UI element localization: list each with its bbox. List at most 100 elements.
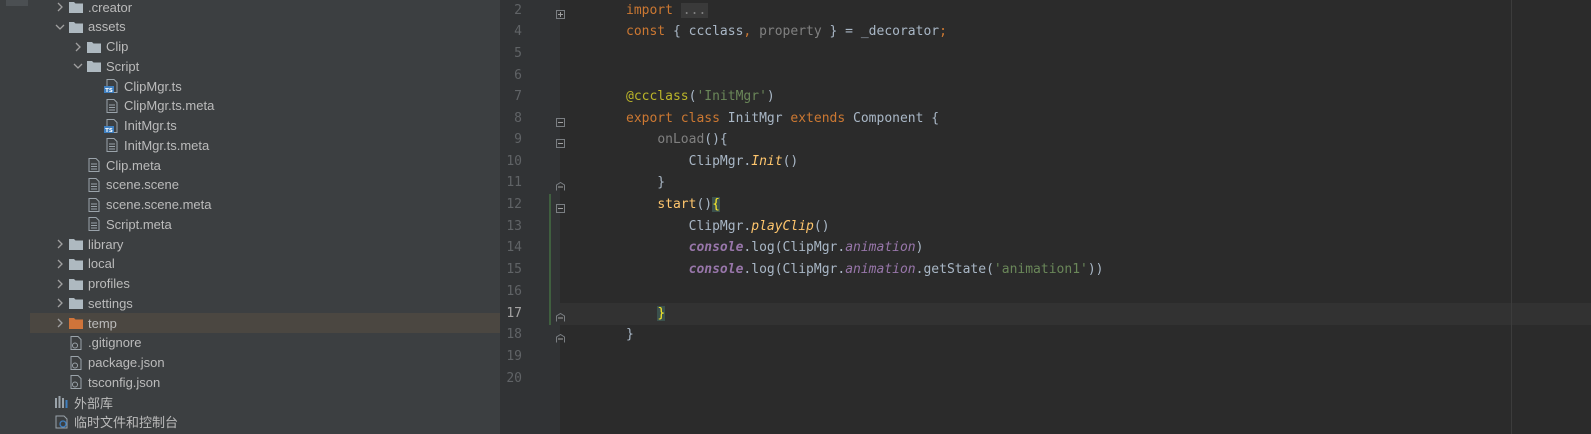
tree-item[interactable]: Script [30, 56, 500, 76]
line-number[interactable]: 2 [500, 0, 522, 22]
line-number[interactable]: 20 [500, 368, 522, 390]
line-number[interactable]: 11 [500, 172, 522, 194]
config-file-icon [68, 374, 84, 390]
folder-icon [68, 276, 84, 292]
line-number[interactable]: 14 [500, 237, 522, 259]
code-line-7: @ccclass('InitMgr') [626, 89, 775, 104]
chevron-right-icon[interactable] [70, 39, 86, 55]
tree-item[interactable]: 外部库 [30, 392, 500, 412]
tree-item[interactable]: TS ClipMgr.ts [30, 76, 500, 96]
tree-item[interactable]: assets [30, 17, 500, 37]
code-line-11: } [626, 175, 666, 190]
tree-item[interactable]: Script.meta [30, 214, 500, 234]
tree-item-label: 临时文件和控制台 [74, 415, 179, 431]
tree-item-label: profiles [88, 276, 130, 291]
matched-brace-close: } [657, 306, 666, 321]
tree-item[interactable]: package.json [30, 353, 500, 373]
tree-item[interactable]: library [30, 234, 500, 254]
tree-item[interactable]: TS InitMgr.ts [30, 116, 500, 136]
tree-item[interactable]: InitMgr.ts.meta [30, 135, 500, 155]
tree-item[interactable]: Clip.meta [30, 155, 500, 175]
matched-brace-open: { [712, 197, 720, 212]
svg-text:TS: TS [105, 127, 113, 132]
chevron-down-icon[interactable] [52, 19, 68, 35]
line-number[interactable]: 6 [500, 65, 522, 87]
tree-item[interactable]: .gitignore [30, 333, 500, 353]
file-icon [86, 157, 102, 173]
project-tool-button[interactable] [6, 0, 28, 6]
chevron-right-icon[interactable] [52, 236, 68, 252]
tree-item[interactable]: profiles [30, 274, 500, 294]
tree-item-label: package.json [88, 355, 165, 370]
tree-item[interactable]: ClipMgr.ts.meta [30, 96, 500, 116]
code-line-14: console.log(ClipMgr.animation) [688, 240, 924, 255]
tree-item-label: scene.scene.meta [106, 197, 212, 212]
tree-item[interactable]: local [30, 254, 500, 274]
tree-item-label: .creator [88, 0, 133, 15]
code-area[interactable]: import ... const { ccclass, property } =… [560, 0, 1591, 434]
line-number[interactable]: 16 [500, 281, 522, 303]
line-number[interactable]: 13 [500, 216, 522, 238]
line-number[interactable]: 5 [500, 43, 522, 65]
vcs-change-marker[interactable] [549, 194, 551, 325]
tree-item[interactable]: tsconfig.json [30, 372, 500, 392]
tree-item[interactable]: scene.scene.meta [30, 195, 500, 215]
tree-item[interactable]: Clip [30, 37, 500, 57]
tree-item[interactable]: temp [30, 313, 500, 333]
line-number[interactable]: 15 [500, 259, 522, 281]
code-line-10: ClipMgr.Init() [688, 154, 799, 169]
chevron-right-icon[interactable] [52, 256, 68, 272]
tree-item-label: library [88, 236, 124, 252]
file-icon [86, 197, 102, 213]
tree-item-label: Script.meta [106, 216, 172, 232]
chevron-right-icon[interactable] [52, 315, 68, 331]
tree-item[interactable]: settings [30, 293, 500, 313]
line-number[interactable]: 9 [500, 129, 522, 151]
tree-item[interactable]: .creator [30, 0, 500, 17]
folder-icon [68, 0, 84, 15]
tree-item-label: local [88, 256, 115, 272]
line-number[interactable]: 4 [500, 21, 522, 43]
line-number[interactable]: 19 [500, 346, 522, 368]
line-number[interactable]: 17 [500, 303, 522, 325]
file-icon [104, 98, 120, 114]
tree-item-label: 外部库 [74, 395, 114, 411]
svg-text:TS: TS [105, 88, 113, 93]
line-number[interactable]: 12 [500, 194, 522, 216]
project-tree[interactable]: .creator assets Clip Script TS ClipMgr.ts Clip… [30, 0, 501, 434]
line-number[interactable]: 18 [500, 324, 522, 346]
tree-item-label: scene.scene [106, 177, 179, 193]
chevron-right-icon[interactable] [52, 276, 68, 292]
code-line-18: } [626, 327, 634, 342]
tree-item[interactable]: scene.scene [30, 175, 500, 195]
code-line-13: ClipMgr.playClip() [688, 219, 830, 234]
tree-item-label: InitMgr.ts.meta [124, 137, 210, 153]
tree-item-label: Clip.meta [106, 157, 161, 173]
file-icon [86, 216, 102, 232]
folder-icon [68, 236, 84, 252]
code-editor[interactable]: 2 4 5 6 7 8 9 10 11 12 13 14 15 16 17 18 19 20 import ...… [500, 0, 1591, 434]
tree-item-label: InitMgr.ts [124, 118, 177, 133]
code-line-12: start(){ [657, 197, 720, 212]
line-number[interactable]: 7 [500, 86, 522, 108]
folded-imports[interactable]: ... [680, 3, 709, 18]
line-number[interactable]: 8 [500, 108, 522, 130]
config-file-icon [68, 355, 84, 371]
chevron-right-icon[interactable] [52, 295, 68, 311]
tree-item-label: Script [106, 58, 140, 74]
tree-item[interactable]: 临时文件和控制台 [30, 412, 500, 432]
chevron-right-icon[interactable] [52, 0, 68, 15]
file-icon [104, 137, 120, 153]
tree-item-label: .gitignore [88, 335, 142, 351]
tree-item-label: assets [88, 19, 126, 35]
folder-icon [86, 58, 102, 74]
editor-gutter[interactable]: 2 4 5 6 7 8 9 10 11 12 13 14 15 16 17 18 19 20 [500, 0, 565, 434]
chevron-down-icon[interactable] [70, 58, 86, 74]
line-number[interactable]: 10 [500, 151, 522, 173]
